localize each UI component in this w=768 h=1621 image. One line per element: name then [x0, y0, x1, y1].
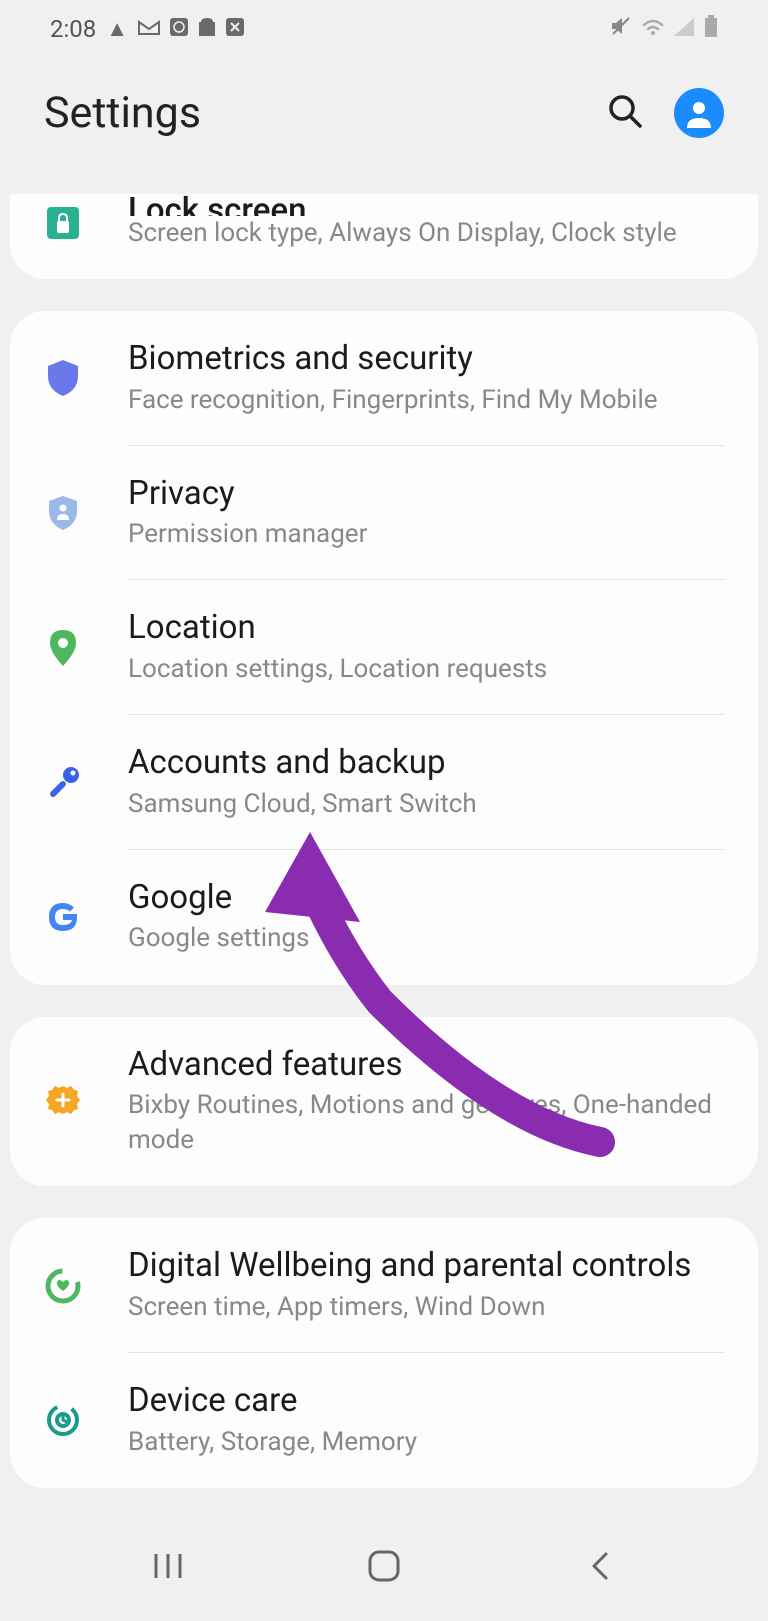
- item-subtitle: Screen time, App timers, Wind Down: [128, 1290, 734, 1325]
- status-time: 2:08: [50, 15, 96, 43]
- settings-group-security: Biometrics and security Face recognition…: [10, 311, 758, 984]
- nav-home-button[interactable]: [359, 1541, 409, 1591]
- close-box-icon: [226, 17, 244, 42]
- page-title: Settings: [44, 88, 606, 138]
- item-text: Location Location settings, Location req…: [128, 608, 734, 687]
- status-left: 2:08 ▲: [50, 15, 244, 43]
- item-text: Advanced features Bixby Routines, Motion…: [128, 1045, 734, 1159]
- item-title: Privacy: [128, 474, 734, 514]
- settings-item-accounts-backup[interactable]: Accounts and backup Samsung Cloud, Smart…: [10, 715, 758, 850]
- settings-item-google[interactable]: Google Google settings: [10, 850, 758, 985]
- gmail-icon: [138, 17, 160, 42]
- settings-item-advanced-features[interactable]: Advanced features Bixby Routines, Motion…: [10, 1017, 758, 1187]
- search-button[interactable]: [606, 92, 644, 134]
- settings-scroll-area[interactable]: Lock screen Screen lock type, Always On …: [0, 168, 768, 1511]
- item-title: Advanced features: [128, 1045, 734, 1085]
- mute-icon: [610, 16, 632, 42]
- item-text: Biometrics and security Face recognition…: [128, 339, 734, 418]
- key-icon: [42, 762, 84, 804]
- settings-item-device-care[interactable]: Device care Battery, Storage, Memory: [10, 1353, 758, 1488]
- item-text: Google Google settings: [128, 878, 734, 957]
- settings-item-privacy[interactable]: Privacy Permission manager: [10, 446, 758, 581]
- item-subtitle: Face recognition, Fingerprints, Find My …: [128, 383, 734, 418]
- item-subtitle: Battery, Storage, Memory: [128, 1425, 734, 1460]
- item-title: Location: [128, 608, 734, 648]
- lock-icon: [42, 202, 84, 244]
- signal-icon: [674, 17, 694, 42]
- item-subtitle: Permission manager: [128, 517, 734, 552]
- settings-item-lock-screen[interactable]: Lock screen Screen lock type, Always On …: [10, 194, 758, 279]
- item-title: Accounts and backup: [128, 743, 734, 783]
- item-text: Device care Battery, Storage, Memory: [128, 1381, 734, 1460]
- settings-item-location[interactable]: Location Location settings, Location req…: [10, 580, 758, 715]
- item-title: Biometrics and security: [128, 339, 734, 379]
- settings-group-lockscreen: Lock screen Screen lock type, Always On …: [10, 194, 758, 279]
- privacy-shield-icon: [42, 492, 84, 534]
- wifi-icon: [642, 17, 664, 42]
- shield-icon: [42, 357, 84, 399]
- item-subtitle: Bixby Routines, Motions and gestures, On…: [128, 1088, 734, 1158]
- app-header: Settings: [0, 58, 768, 168]
- item-text: Lock screen Screen lock type, Always On …: [128, 194, 734, 251]
- wellbeing-icon: [42, 1265, 84, 1307]
- settings-group-wellbeing: Digital Wellbeing and parental controls …: [10, 1218, 758, 1487]
- item-title: Google: [128, 878, 734, 918]
- nav-back-button[interactable]: [575, 1541, 625, 1591]
- settings-item-digital-wellbeing[interactable]: Digital Wellbeing and parental controls …: [10, 1218, 758, 1353]
- google-g-icon: [42, 896, 84, 938]
- item-text: Digital Wellbeing and parental controls …: [128, 1246, 734, 1325]
- item-subtitle: Google settings: [128, 921, 734, 956]
- navigation-bar: [0, 1511, 768, 1621]
- item-subtitle: Screen lock type, Always On Display, Clo…: [128, 216, 734, 251]
- battery-icon: [704, 15, 718, 43]
- status-bar: 2:08 ▲: [0, 0, 768, 58]
- item-title: Lock screen: [128, 194, 734, 216]
- shop-icon: [198, 16, 216, 42]
- gear-plus-icon: [42, 1080, 84, 1122]
- status-right: [610, 15, 718, 43]
- item-text: Privacy Permission manager: [128, 474, 734, 553]
- item-subtitle: Location settings, Location requests: [128, 652, 734, 687]
- profile-avatar-button[interactable]: [674, 88, 724, 138]
- settings-group-advanced: Advanced features Bixby Routines, Motion…: [10, 1017, 758, 1187]
- item-title: Digital Wellbeing and parental controls: [128, 1246, 734, 1286]
- device-care-icon: [42, 1399, 84, 1441]
- item-title: Device care: [128, 1381, 734, 1421]
- nav-recents-button[interactable]: [143, 1541, 193, 1591]
- clock-app-icon: [170, 17, 188, 42]
- item-text: Accounts and backup Samsung Cloud, Smart…: [128, 743, 734, 822]
- item-subtitle: Samsung Cloud, Smart Switch: [128, 787, 734, 822]
- location-pin-icon: [42, 627, 84, 669]
- warning-icon: ▲: [106, 16, 128, 42]
- settings-item-biometrics[interactable]: Biometrics and security Face recognition…: [10, 311, 758, 446]
